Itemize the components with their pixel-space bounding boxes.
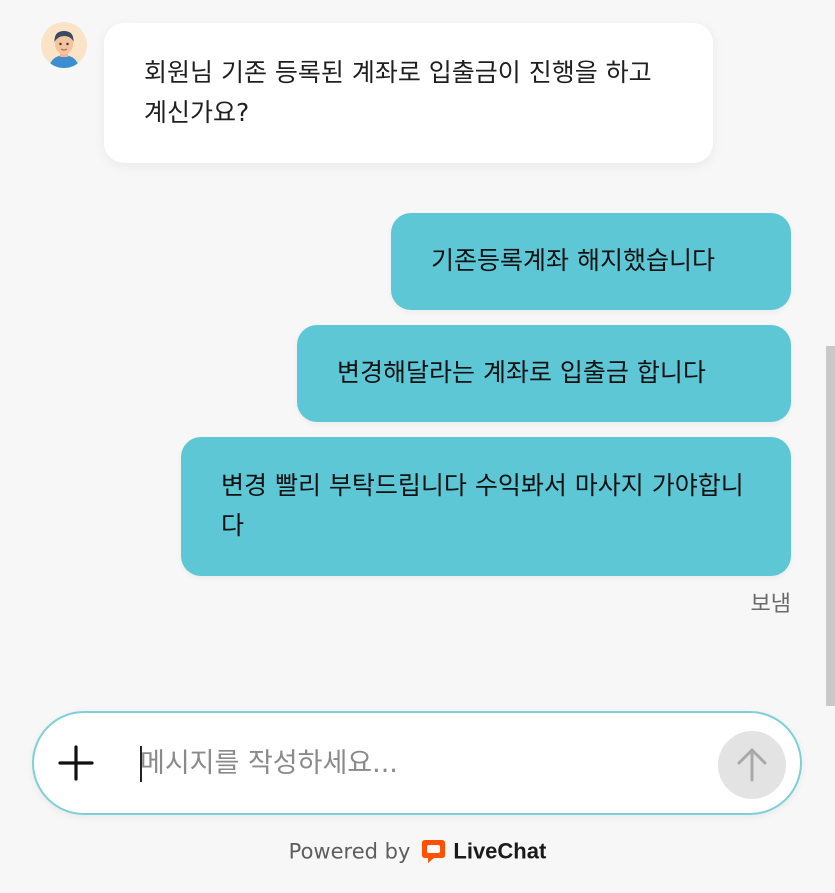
user-message-text: 변경해달라는 계좌로 입출금 합니다: [337, 358, 706, 387]
livechat-brand-name: LiveChat: [453, 838, 547, 864]
powered-by-label: Powered by: [288, 839, 411, 864]
message-status: 보냄: [750, 592, 791, 617]
powered-by-footer[interactable]: Powered by LiveChat: [0, 838, 835, 865]
message-composer: [32, 711, 802, 815]
send-button[interactable]: [718, 731, 786, 799]
plus-icon[interactable]: [56, 743, 96, 783]
chat-window: 회원님 기존 등록된 계좌로 입출금이 진행을 하고 계신가요? 기존등록계좌 …: [0, 0, 835, 893]
user-message-bubble: 변경해달라는 계좌로 입출금 합니다: [297, 325, 791, 422]
user-message-text: 기존등록계좌 해지했습니다: [431, 246, 715, 275]
agent-message-bubble: 회원님 기존 등록된 계좌로 입출금이 진행을 하고 계신가요?: [104, 23, 713, 163]
user-message-bubble: 기존등록계좌 해지했습니다: [391, 213, 791, 310]
scrollbar[interactable]: [826, 346, 835, 706]
agent-message-text: 회원님 기존 등록된 계좌로 입출금이 진행을 하고 계신가요?: [144, 58, 652, 127]
user-message-text: 변경 빨리 부탁드립니다 수익봐서 마사지 가야합니다: [221, 471, 744, 540]
message-input[interactable]: [140, 737, 700, 789]
arrow-up-icon: [737, 748, 767, 782]
user-message-bubble: 변경 빨리 부탁드립니다 수익봐서 마사지 가야합니다: [181, 437, 791, 576]
person-avatar-icon: [41, 22, 87, 68]
livechat-logo-icon: [420, 838, 447, 865]
